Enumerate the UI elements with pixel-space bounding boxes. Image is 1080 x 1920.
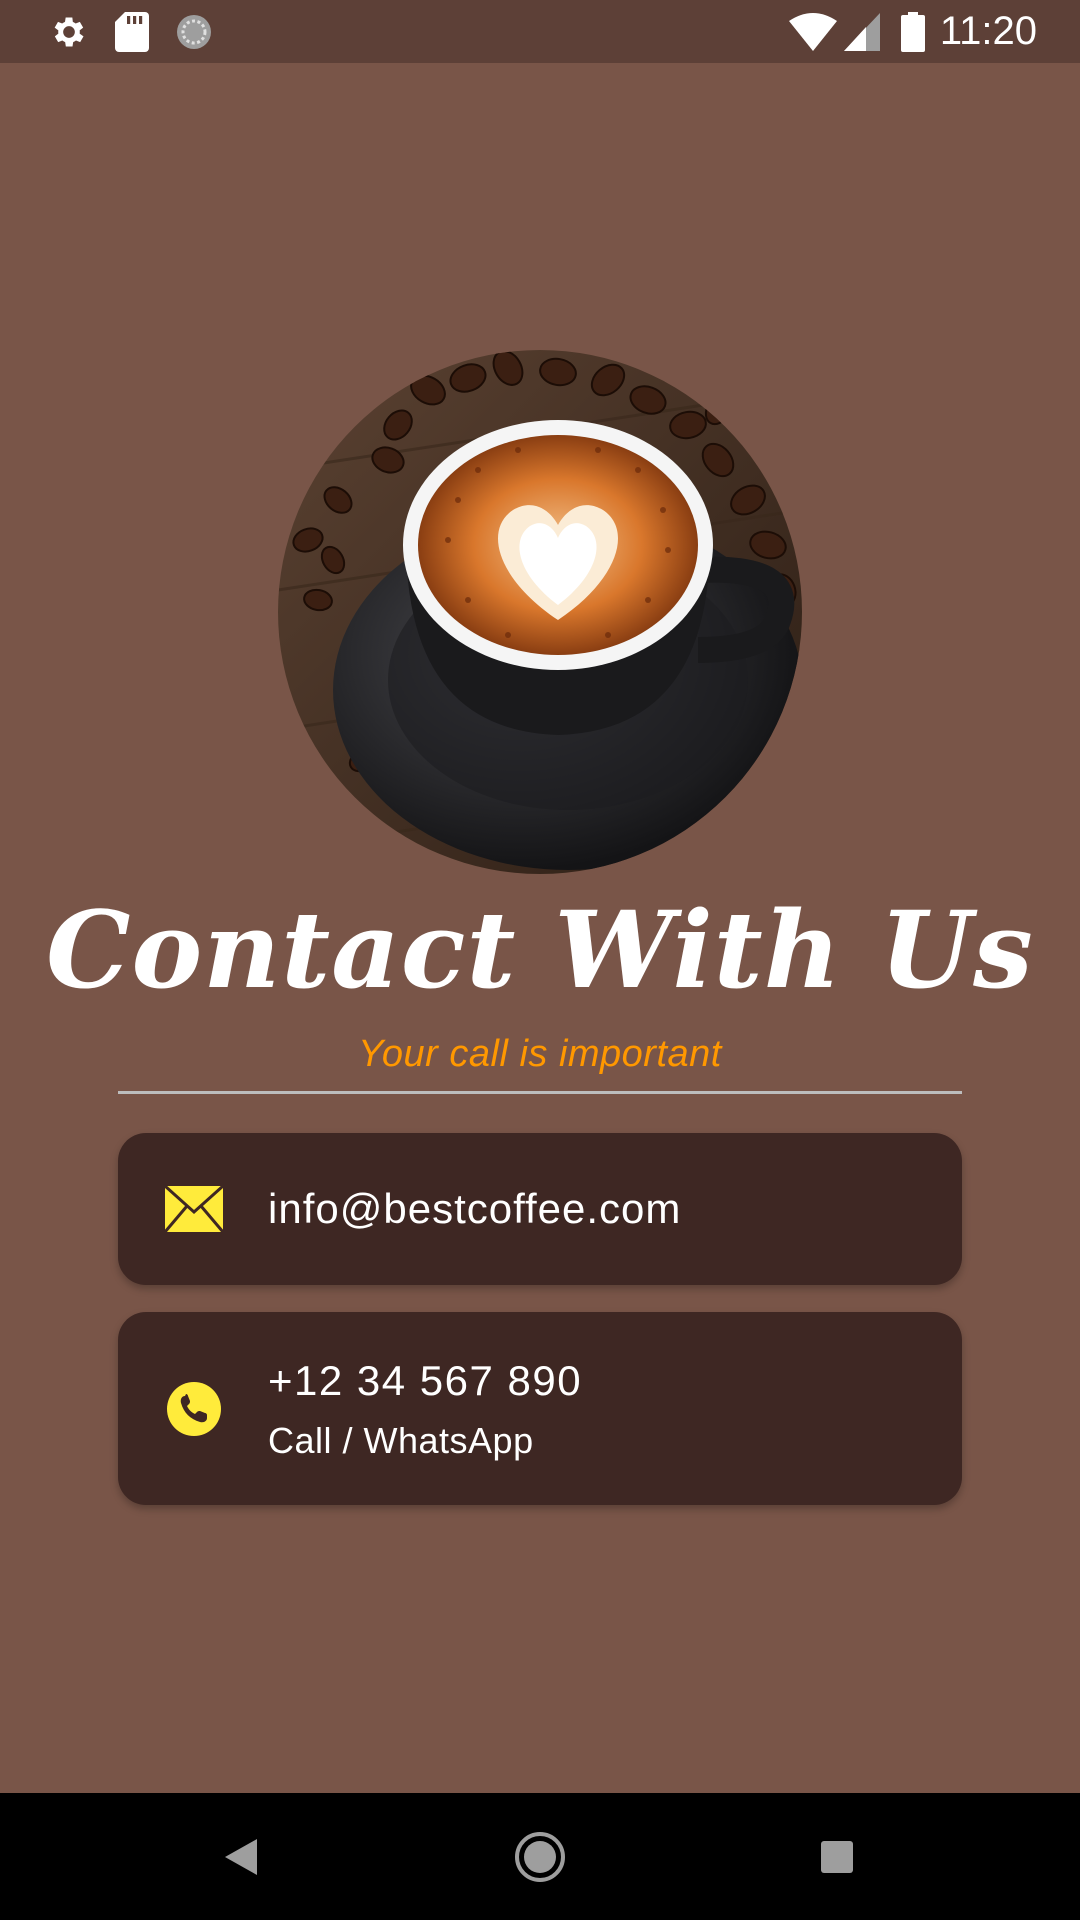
battery-icon [898, 0, 928, 63]
page-title: Contact With Us [46, 887, 1034, 1012]
coffee-hero-image [278, 350, 802, 874]
page-subtitle: Your call is important [358, 1033, 722, 1075]
back-icon[interactable] [181, 1793, 301, 1920]
navigation-bar [0, 1793, 1080, 1920]
phone-number: +12 34 567 890 [268, 1357, 583, 1404]
sync-icon [172, 0, 216, 63]
status-time: 11:20 [939, 9, 1037, 53]
wifi-icon [788, 0, 838, 63]
phone-label: Call / WhatsApp [268, 1420, 534, 1461]
sd-card-icon [112, 0, 152, 63]
envelope-icon [164, 1176, 224, 1242]
gear-icon [46, 0, 92, 63]
email-card[interactable]: info@bestcoffee.com [118, 1133, 962, 1285]
email-address: info@bestcoffee.com [268, 1185, 682, 1232]
recents-icon[interactable] [777, 1793, 897, 1920]
divider [118, 1091, 962, 1094]
status-bar: 11:20 [0, 0, 1080, 63]
home-icon[interactable] [480, 1793, 600, 1920]
signal-icon [842, 0, 882, 63]
phone-icon [164, 1376, 224, 1442]
phone-card[interactable]: +12 34 567 890 Call / WhatsApp [118, 1312, 962, 1505]
